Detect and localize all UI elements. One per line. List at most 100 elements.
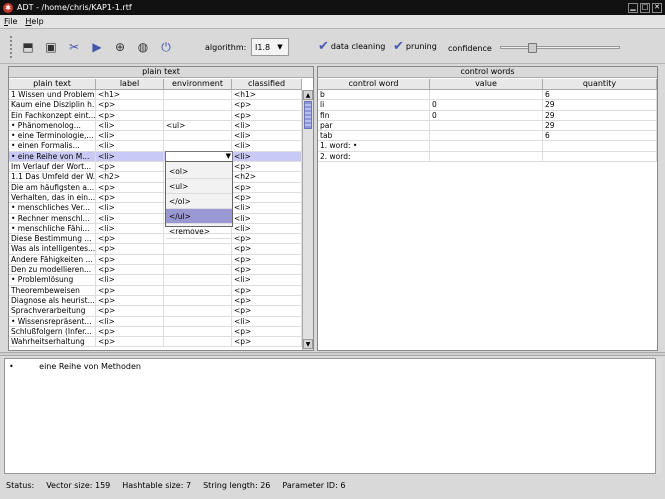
table-cell[interactable]: <p>: [232, 337, 302, 347]
maximize-icon[interactable]: □: [640, 2, 650, 13]
table-cell[interactable]: [164, 275, 232, 285]
table-cell[interactable]: • eine Reihe von M...: [9, 151, 96, 162]
table-row[interactable]: Diagnose als heurist... <p> <p>: [9, 295, 302, 307]
table-row[interactable]: Was als intelligentes... <p> <p>: [9, 244, 302, 255]
table-cell[interactable]: <li>: [96, 223, 164, 234]
table-row[interactable]: li 0 29: [318, 100, 657, 111]
table-cell[interactable]: • einen Formalis...: [9, 141, 96, 151]
table-row[interactable]: fin 0 29: [318, 110, 657, 121]
table-cell[interactable]: <li>: [232, 213, 302, 223]
table-cell[interactable]: [164, 316, 232, 326]
dropdown-option[interactable]: </ul>: [166, 209, 232, 224]
table-cell[interactable]: [164, 244, 232, 254]
confidence-slider[interactable]: [500, 43, 620, 53]
table-cell[interactable]: Was als intelligentes...: [9, 244, 96, 254]
table-cell[interactable]: [164, 100, 232, 110]
table-cell[interactable]: Theorembeweisen: [9, 285, 96, 295]
algorithm-select[interactable]: I1.8 ▼: [251, 38, 289, 56]
table-row[interactable]: • Wissensrepräsent... <li> <li>: [9, 316, 302, 327]
table-cell[interactable]: <p>: [232, 162, 302, 172]
column-header[interactable]: quantity: [543, 79, 657, 89]
table-cell[interactable]: [430, 141, 543, 151]
table-cell[interactable]: [164, 265, 232, 275]
dropdown-option[interactable]: </ol>: [166, 194, 232, 209]
table-cell[interactable]: • eine Terminologie,...: [9, 131, 96, 141]
table-cell[interactable]: <li>: [232, 141, 302, 151]
table-row[interactable]: 2. word:: [318, 151, 657, 163]
table-cell[interactable]: <p>: [96, 244, 164, 254]
table-cell[interactable]: Den zu modellieren...: [9, 265, 96, 275]
zoom-icon[interactable]: ⊕: [112, 39, 128, 55]
table-row[interactable]: Den zu modellieren... <p> <p>: [9, 265, 302, 276]
table-cell[interactable]: <li>: [96, 316, 164, 326]
table-cell[interactable]: b: [318, 90, 430, 100]
column-header[interactable]: plain text: [9, 79, 96, 89]
data-cleaning-checkbox[interactable]: ✔ data cleaning: [318, 40, 385, 53]
table-cell[interactable]: <p>: [96, 234, 164, 244]
table-cell[interactable]: <p>: [232, 192, 302, 203]
table-cell[interactable]: • menschliche Fähi...: [9, 223, 96, 234]
table-cell[interactable]: [430, 90, 543, 100]
table-cell[interactable]: 0: [430, 100, 543, 110]
table-row[interactable]: par 29: [318, 120, 657, 132]
table-cell[interactable]: • Rechner menschl...: [9, 213, 96, 223]
table-cell[interactable]: 29: [543, 110, 657, 120]
plain-text-scrollbar[interactable]: ▲ ▼: [302, 90, 313, 350]
table-cell[interactable]: 0: [430, 110, 543, 120]
table-row[interactable]: Diese Bestimmung ... <p> <p>: [9, 234, 302, 245]
table-cell[interactable]: <p>: [232, 234, 302, 244]
table-cell[interactable]: <li>: [96, 203, 164, 213]
table-cell[interactable]: [430, 120, 543, 131]
scroll-up-icon[interactable]: ▲: [303, 90, 313, 100]
table-row[interactable]: Sprachverarbeitung <p> <p>: [9, 306, 302, 317]
save-icon[interactable]: ▣: [43, 39, 59, 55]
table-row[interactable]: Die am häufigsten a... <p> <p>: [9, 182, 302, 193]
column-header[interactable]: classified: [232, 79, 302, 89]
table-cell[interactable]: <p>: [96, 337, 164, 347]
table-cell[interactable]: <li>: [232, 120, 302, 131]
table-row[interactable]: Theorembeweisen <p> <p>: [9, 285, 302, 296]
table-row[interactable]: Andere Fähigkeiten ... <p> <p>: [9, 254, 302, 266]
table-cell[interactable]: 1 Wissen und Problem...: [9, 90, 96, 100]
table-cell[interactable]: 29: [543, 100, 657, 110]
globe-icon[interactable]: ◍: [135, 39, 151, 55]
split-divider[interactable]: [0, 352, 665, 356]
table-cell[interactable]: <p>: [96, 326, 164, 337]
table-cell[interactable]: <li>: [96, 120, 164, 131]
table-cell[interactable]: <p>: [96, 254, 164, 265]
table-cell[interactable]: • Phänomenolog...: [9, 120, 96, 131]
power-icon[interactable]: ⏻: [158, 39, 174, 55]
table-cell[interactable]: <li>: [232, 275, 302, 285]
scroll-down-icon[interactable]: ▼: [303, 339, 313, 349]
table-cell[interactable]: <li>: [96, 141, 164, 151]
table-cell[interactable]: [430, 151, 543, 162]
table-cell[interactable]: <li>: [232, 223, 302, 234]
table-cell[interactable]: [164, 90, 232, 100]
table-row[interactable]: Im Verlauf der Wort... <p> <p>: [9, 162, 302, 173]
pruning-checkbox[interactable]: ✔ pruning: [393, 40, 437, 53]
table-row[interactable]: 1. word: •: [318, 141, 657, 152]
table-cell[interactable]: 6: [543, 90, 657, 100]
table-cell[interactable]: 1. word: •: [318, 141, 430, 151]
table-cell[interactable]: [164, 337, 232, 347]
table-cell[interactable]: <p>: [232, 254, 302, 265]
column-header[interactable]: label: [96, 79, 164, 89]
table-row[interactable]: 1.1 Das Umfeld der W... <h2> <h2>: [9, 172, 302, 183]
table-cell[interactable]: li: [318, 100, 430, 110]
table-cell[interactable]: <p>: [232, 244, 302, 254]
table-row[interactable]: Wahrheitserhaltung <p> <p>: [9, 337, 302, 348]
dropdown-option[interactable]: <ul>: [166, 179, 232, 194]
table-cell[interactable]: <p>: [96, 285, 164, 295]
scroll-thumb[interactable]: [304, 101, 312, 129]
table-cell[interactable]: <li>: [232, 316, 302, 326]
table-cell[interactable]: <h2>: [96, 172, 164, 182]
table-cell[interactable]: <p>: [96, 110, 164, 120]
table-row[interactable]: tab 6: [318, 131, 657, 142]
column-header[interactable]: environment: [164, 79, 232, 89]
menu-file[interactable]: File: [4, 17, 17, 26]
tools-icon[interactable]: ✂: [66, 39, 82, 55]
table-cell[interactable]: [164, 295, 232, 306]
table-cell[interactable]: [543, 151, 657, 162]
table-cell[interactable]: • Problemlösung: [9, 275, 96, 285]
table-cell[interactable]: Wahrheitserhaltung: [9, 337, 96, 347]
